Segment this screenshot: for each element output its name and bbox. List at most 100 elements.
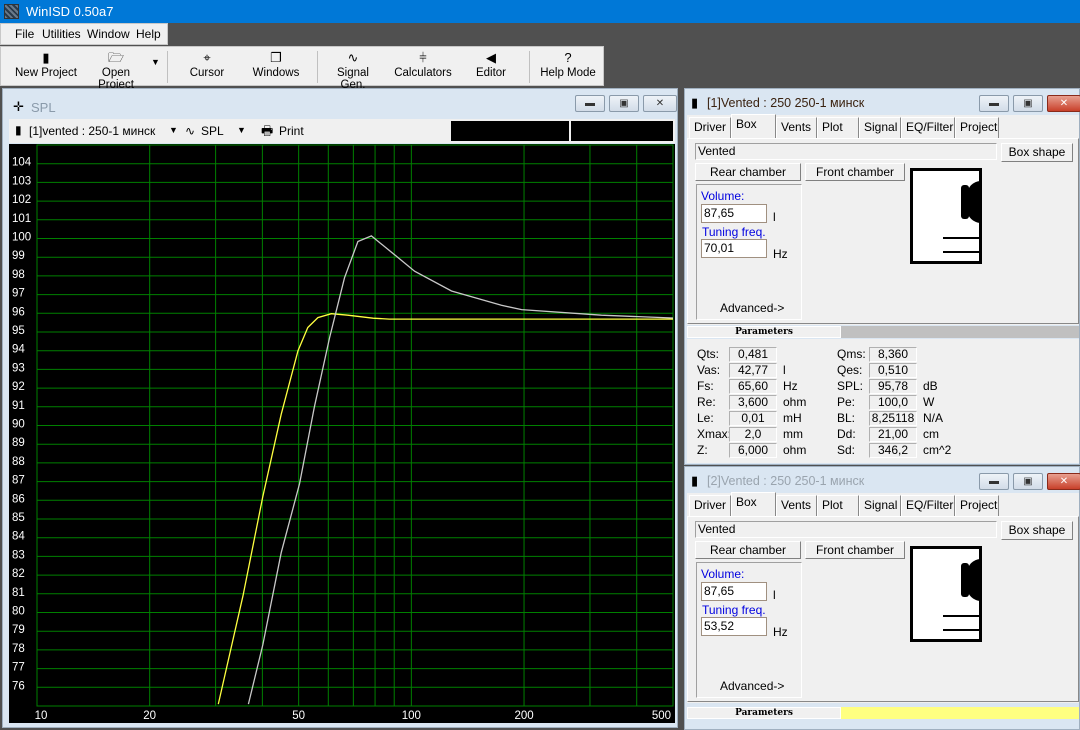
calculators-button[interactable]: ⫩ Calculators (393, 49, 453, 79)
y-tick-label: 90 (12, 419, 25, 431)
project-dropdown-arrow-icon[interactable]: ▼ (169, 125, 178, 135)
advanced-link[interactable]: Advanced-> (720, 301, 784, 315)
parameters-tab[interactable]: Parameters (687, 326, 841, 338)
param-label: Fs: (697, 379, 714, 393)
new-project-button[interactable]: ▮ New Project (15, 49, 77, 79)
parameters-tab[interactable]: Parameters (687, 707, 841, 719)
x-tick-label: 500 (652, 710, 671, 722)
speaker-icon: ◀ (486, 50, 496, 65)
spl-chart[interactable]: 76 77 78 79 80 81 82 83 84 85 86 87 88 89 90 91 92 93 94 95… (9, 144, 675, 723)
param-value: 0,01 (729, 411, 777, 426)
param-label: Pe: (837, 395, 856, 409)
project-select[interactable]: [1]vented : 250-1 минск (29, 124, 155, 138)
editor-button[interactable]: ◀ Editor (471, 49, 511, 79)
tab-plot[interactable]: Plot (817, 117, 859, 138)
tuning-freq-input[interactable]: 53,52 (701, 617, 767, 636)
tab-driver[interactable]: Driver (689, 117, 731, 138)
param-value: 0,481 (729, 347, 777, 362)
graph-select[interactable]: SPL (201, 124, 224, 138)
open-project-dropdown[interactable]: ▼ (151, 57, 160, 67)
close-button[interactable]: ✕ (1047, 473, 1080, 490)
tab-project[interactable]: Project (955, 117, 999, 138)
tab-eq-filter[interactable]: EQ/Filter (901, 117, 955, 138)
maximize-button[interactable]: ▣ (609, 95, 639, 112)
param-unit: cm^2 (923, 443, 952, 457)
open-folder-icon: 🗁 (107, 50, 125, 65)
tab-project[interactable]: Project (955, 495, 999, 516)
signal-gen-button[interactable]: ∿ Signal Gen. (323, 49, 383, 91)
x-tick-label: 200 (514, 710, 533, 722)
param-unit: ohm (783, 443, 807, 457)
tab-box[interactable]: Box (731, 114, 776, 138)
y-tick-label: 77 (12, 662, 25, 674)
vent-line (943, 251, 979, 253)
tab-box[interactable]: Box (731, 492, 776, 516)
y-tick-label: 104 (12, 157, 32, 169)
y-tick-label: 86 (12, 493, 25, 505)
windows-icon: ❐ (270, 50, 282, 65)
menu-window[interactable]: Window (87, 24, 130, 44)
param-unit: mm (783, 427, 803, 441)
minimize-button[interactable]: ▬ (575, 95, 605, 112)
param-label: BL: (837, 411, 856, 425)
tab-signal[interactable]: Signal (859, 495, 901, 516)
y-tick-label: 101 (12, 213, 31, 225)
param-unit: N/A (923, 411, 944, 425)
param-value: 42,77 (729, 363, 777, 378)
project-icon: ▮ (691, 95, 699, 110)
param-label: Sd: (837, 443, 856, 457)
close-button[interactable]: ✕ (643, 95, 677, 112)
cursor-readout-1 (451, 121, 569, 141)
minimize-button[interactable]: ▬ (979, 95, 1009, 112)
advanced-link[interactable]: Advanced-> (720, 679, 784, 693)
graph-dropdown-arrow-icon[interactable]: ▼ (237, 125, 246, 135)
param-unit: cm (923, 427, 939, 441)
open-project-button[interactable]: 🗁 Open Project (83, 49, 149, 91)
y-tick-label: 87 (12, 475, 25, 487)
help-mode-button[interactable]: ? Help Mode (539, 49, 597, 79)
menu-file[interactable]: File (15, 24, 34, 44)
front-chamber-button[interactable]: Front chamber (805, 541, 905, 559)
maximize-button[interactable]: ▣ (1013, 473, 1043, 490)
box-shape-button[interactable]: Box shape (1001, 143, 1073, 162)
minimize-button[interactable]: ▬ (979, 473, 1009, 490)
volume-input[interactable]: 87,65 (701, 204, 767, 223)
tab-plot[interactable]: Plot (817, 495, 859, 516)
menu-help[interactable]: Help (136, 24, 161, 44)
tuning-freq-input[interactable]: 70,01 (701, 239, 767, 258)
box-type-field[interactable]: Vented (695, 521, 997, 538)
spl-window-title: SPL (31, 100, 56, 115)
box-shape-button[interactable]: Box shape (1001, 521, 1073, 540)
tab-vents[interactable]: Vents (776, 117, 817, 138)
toolbar-separator (167, 51, 168, 83)
y-tick-label: 82 (12, 568, 25, 580)
param-label: Qes: (837, 363, 863, 377)
printer-icon: 🖶 (261, 123, 274, 138)
close-button[interactable]: ✕ (1047, 95, 1080, 112)
front-chamber-button[interactable]: Front chamber (805, 163, 905, 181)
tab-vents[interactable]: Vents (776, 495, 817, 516)
volume-input[interactable]: 87,65 (701, 582, 767, 601)
dropdown-arrow-icon: ▼ (151, 57, 160, 67)
spl-window: ✛ SPL ▬ ▣ ✕ ▮ [1]vented : 250-1 минск ▼ … (2, 88, 678, 728)
speaker-cone-icon (967, 559, 979, 601)
rear-chamber-button[interactable]: Rear chamber (695, 541, 801, 559)
tab-panel: Driver Box Vents Plot Signal EQ/Filter P… (687, 114, 1079, 325)
project-window-title: [2]Vented : 250 250-1 минск (707, 474, 865, 488)
menu-utilities[interactable]: Utilities (42, 24, 81, 44)
chart-background (9, 144, 675, 723)
rear-chamber-button[interactable]: Rear chamber (695, 163, 801, 181)
maximize-button[interactable]: ▣ (1013, 95, 1043, 112)
windows-button[interactable]: ❐ Windows (249, 49, 303, 79)
tab-eq-filter[interactable]: EQ/Filter (901, 495, 955, 516)
tab-signal[interactable]: Signal (859, 117, 901, 138)
tuning-freq-label: Tuning freq. (702, 225, 766, 239)
box-diagram (910, 168, 982, 264)
box-type-field[interactable]: Vented (695, 143, 997, 160)
param-unit: dB (923, 379, 938, 393)
print-button[interactable]: Print (279, 124, 304, 138)
param-unit: W (923, 395, 935, 409)
tab-driver[interactable]: Driver (689, 495, 731, 516)
cursor-button[interactable]: ⌖ Cursor (181, 49, 233, 79)
x-tick-label: 50 (292, 710, 305, 722)
